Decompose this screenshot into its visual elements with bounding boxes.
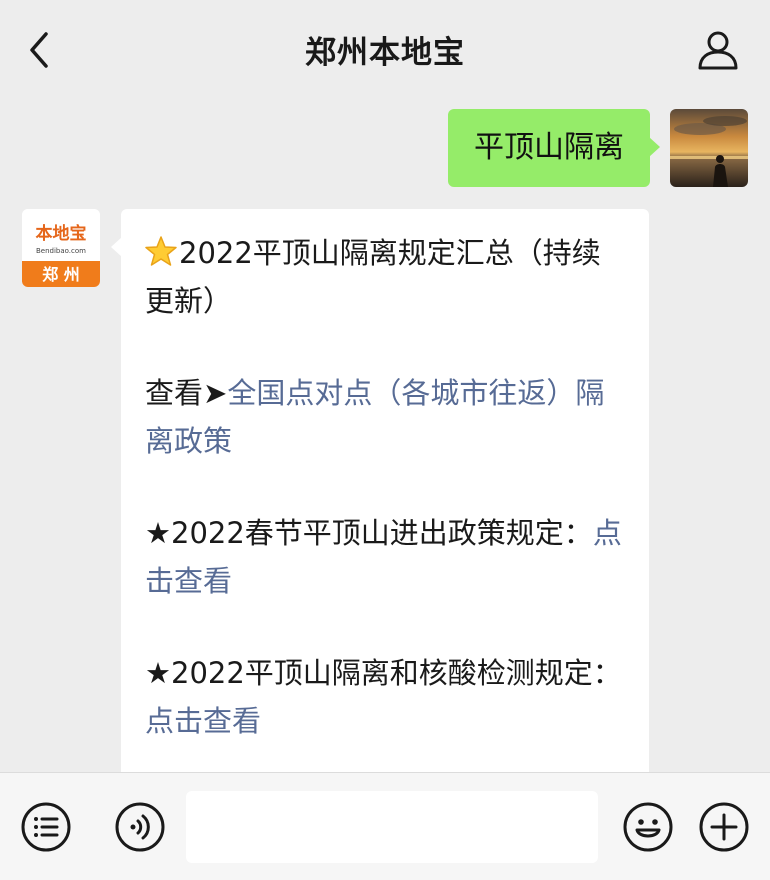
message-list[interactable]: 平顶山隔离 本地宝 Bendibao.com 郑 州 2022平顶山隔离规定汇总… [0,100,770,772]
summary-title: 2022平顶山隔离规定汇总（持续更新） [145,236,601,318]
incoming-message-bubble: 2022平顶山隔离规定汇总（持续更新） 查看➤全国点对点（各城市往返）隔离政策 … [111,209,649,772]
svg-text:Bendibao.com: Bendibao.com [36,247,86,255]
message-input[interactable] [186,791,598,863]
bendibao-logo-icon: 本地宝 Bendibao.com 郑 州 [22,209,100,287]
emoji-icon [623,802,673,852]
star-icon [145,236,177,266]
plus-icon [699,802,749,852]
menu-button[interactable] [20,801,72,853]
quarantine-policy-text: ★2022平顶山隔离和核酸检测规定： [145,656,622,690]
chat-header: 郑州本地宝 [0,0,770,100]
quarantine-view-link[interactable]: 点击查看 [145,704,261,738]
voice-icon [115,802,165,852]
profile-button[interactable] [696,28,740,72]
input-toolbar [0,772,770,880]
message-paragraph-spring-festival: ★2022春节平顶山进出政策规定：点击查看 [145,509,625,605]
person-icon [698,31,738,70]
message-paragraph-title: 2022平顶山隔离规定汇总（持续更新） [145,229,625,325]
outgoing-message: 平顶山隔离 [418,109,748,187]
message-paragraph-quarantine: ★2022平顶山隔离和核酸检测规定： 点击查看 [145,649,625,745]
svg-text:本地宝: 本地宝 [36,223,87,244]
spring-festival-policy-text: ★2022春节平顶山进出政策规定： [145,516,593,550]
message-paragraph-policy: 查看➤全国点对点（各城市往返）隔离政策 [145,369,625,465]
sunset-photo-avatar [670,109,748,187]
outgoing-message-bubble[interactable]: 平顶山隔离 [448,109,660,187]
emoji-button[interactable] [622,801,674,853]
user-avatar[interactable] [670,109,748,187]
official-account-avatar[interactable]: 本地宝 Bendibao.com 郑 州 [22,209,100,287]
voice-button[interactable] [114,801,166,853]
svg-text:郑 州: 郑 州 [42,265,80,284]
view-prefix: 查看➤ [145,376,228,410]
more-button[interactable] [698,801,750,853]
page-title: 郑州本地宝 [305,35,465,71]
list-icon [21,802,71,852]
